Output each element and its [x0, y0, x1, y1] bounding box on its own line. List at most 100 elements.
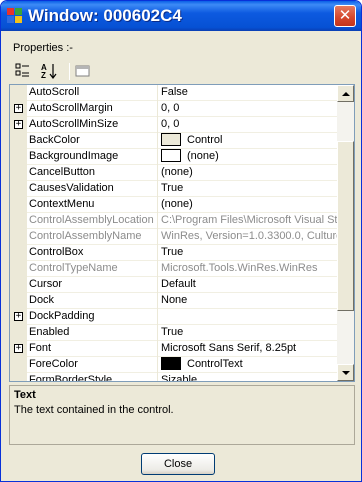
property-value[interactable]: 0, 0 [161, 117, 337, 133]
property-value-text: 0, 0 [161, 118, 180, 130]
column-divider[interactable] [157, 309, 158, 325]
property-value[interactable]: False [161, 85, 337, 101]
property-value[interactable]: Control [161, 133, 337, 149]
scroll-thumb[interactable] [337, 141, 354, 311]
property-name: BackColor [29, 134, 80, 146]
property-value[interactable]: Sizable [161, 373, 337, 382]
property-value[interactable]: True [161, 181, 337, 197]
row-gutter [10, 133, 27, 149]
property-row[interactable]: ForeColor ControlText [10, 357, 338, 373]
property-value[interactable]: (none) [161, 149, 337, 165]
column-divider[interactable] [157, 245, 158, 261]
color-swatch [161, 149, 181, 162]
property-value-text: ControlText [187, 358, 243, 370]
alphabetical-sort-icon[interactable]: A Z [39, 61, 59, 81]
row-gutter [10, 181, 27, 197]
property-row[interactable]: + DockPadding [10, 309, 338, 325]
property-row[interactable]: AutoScroll False [10, 85, 338, 101]
property-value-text: (none) [187, 150, 219, 162]
property-name: Font [29, 342, 52, 354]
column-divider[interactable] [157, 341, 158, 357]
property-row[interactable]: ControlBox True [10, 245, 338, 261]
property-row[interactable]: Enabled True [10, 325, 338, 341]
row-gutter [10, 277, 27, 293]
property-name: Enabled [29, 326, 70, 338]
column-divider[interactable] [157, 277, 158, 293]
column-divider[interactable] [157, 373, 158, 381]
column-divider[interactable] [157, 165, 158, 181]
property-name: ContextMenu [29, 198, 95, 210]
column-divider[interactable] [157, 181, 158, 197]
column-divider[interactable] [157, 101, 158, 117]
property-value[interactable]: Default [161, 277, 337, 293]
property-value-text: False [161, 86, 188, 98]
column-divider[interactable] [157, 293, 158, 309]
property-row[interactable]: BackColor Control [10, 133, 338, 149]
property-row[interactable]: CausesValidation True [10, 181, 338, 197]
column-divider[interactable] [157, 357, 158, 373]
categorized-icon[interactable] [13, 61, 33, 81]
expand-icon[interactable]: + [14, 104, 23, 113]
property-value-text: (none) [161, 198, 193, 210]
column-divider[interactable] [157, 261, 158, 277]
expand-icon[interactable]: + [14, 344, 23, 353]
column-divider[interactable] [157, 325, 158, 341]
property-row[interactable]: Dock None [10, 293, 338, 309]
property-value-text: Sizable [161, 374, 198, 382]
scroll-down-button[interactable] [337, 364, 354, 381]
property-row[interactable]: ControlAssemblyLocation C:\Program Files\… [10, 213, 338, 229]
column-divider[interactable] [157, 149, 158, 165]
close-icon[interactable]: ✕ [334, 5, 356, 27]
row-gutter [10, 229, 27, 245]
property-value[interactable]: None [161, 293, 337, 309]
column-divider[interactable] [157, 197, 158, 213]
close-button[interactable]: Close [141, 453, 215, 475]
column-divider[interactable] [157, 213, 158, 229]
property-row[interactable]: ContextMenu (none) [10, 197, 338, 213]
property-row[interactable]: BackgroundImage (none) [10, 149, 338, 165]
property-row[interactable]: ControlAssemblyName WinRes, Version=1.0.3… [10, 229, 338, 245]
property-value-text: True [161, 182, 184, 194]
property-value[interactable]: (none) [161, 197, 337, 213]
scroll-up-button[interactable] [337, 85, 354, 102]
property-row[interactable]: ControlTypeName Microsoft.Tools.WinRes.Wi… [10, 261, 338, 277]
property-row[interactable]: Cursor Default [10, 277, 338, 293]
property-row[interactable]: + AutoScrollMinSize 0, 0 [10, 117, 338, 133]
window-title: Window: 000602C4 [28, 6, 182, 25]
title-bar[interactable]: Window: 000602C4 ✕ [1, 1, 361, 31]
property-name: ControlAssemblyName [29, 230, 142, 242]
property-row[interactable]: + AutoScrollMargin 0, 0 [10, 101, 338, 117]
property-value: WinRes, Version=1.0.3300.0, Culture [161, 229, 337, 245]
property-value[interactable]: True [161, 325, 337, 341]
row-gutter [10, 325, 27, 341]
property-row[interactable]: FormBorderStyle Sizable [10, 373, 338, 382]
property-value[interactable]: (none) [161, 165, 337, 181]
svg-text:Z: Z [41, 71, 46, 80]
property-value[interactable]: 0, 0 [161, 101, 337, 117]
property-value-text: Microsoft Sans Serif, 8.25pt [161, 342, 297, 354]
property-name: CausesValidation [29, 182, 114, 194]
window-icon [7, 8, 23, 24]
column-divider[interactable] [157, 133, 158, 149]
property-grid[interactable]: AutoScroll False + AutoScrollMargin 0, 0 + Aut… [9, 84, 355, 382]
property-value[interactable]: True [161, 245, 337, 261]
column-divider[interactable] [157, 117, 158, 133]
row-gutter [10, 245, 27, 261]
property-value-text: True [161, 326, 184, 338]
property-name: ForeColor [29, 358, 78, 370]
expand-icon[interactable]: + [14, 312, 23, 321]
property-value[interactable]: ControlText [161, 357, 337, 373]
property-row[interactable]: + Font Microsoft Sans Serif, 8.25pt [10, 341, 338, 357]
property-value[interactable] [161, 309, 337, 325]
vertical-scrollbar[interactable] [337, 85, 354, 381]
property-value[interactable]: Microsoft Sans Serif, 8.25pt [161, 341, 337, 357]
expand-icon[interactable]: + [14, 120, 23, 129]
column-divider[interactable] [157, 229, 158, 245]
column-divider[interactable] [157, 85, 158, 101]
property-value: Microsoft.Tools.WinRes.WinRes [161, 261, 337, 277]
property-row[interactable]: CancelButton (none) [10, 165, 338, 181]
row-gutter [10, 261, 27, 277]
property-value-text: WinRes, Version=1.0.3300.0, Culture [161, 230, 337, 242]
property-pages-icon[interactable] [73, 61, 93, 81]
properties-label: Properties :- [13, 42, 73, 54]
